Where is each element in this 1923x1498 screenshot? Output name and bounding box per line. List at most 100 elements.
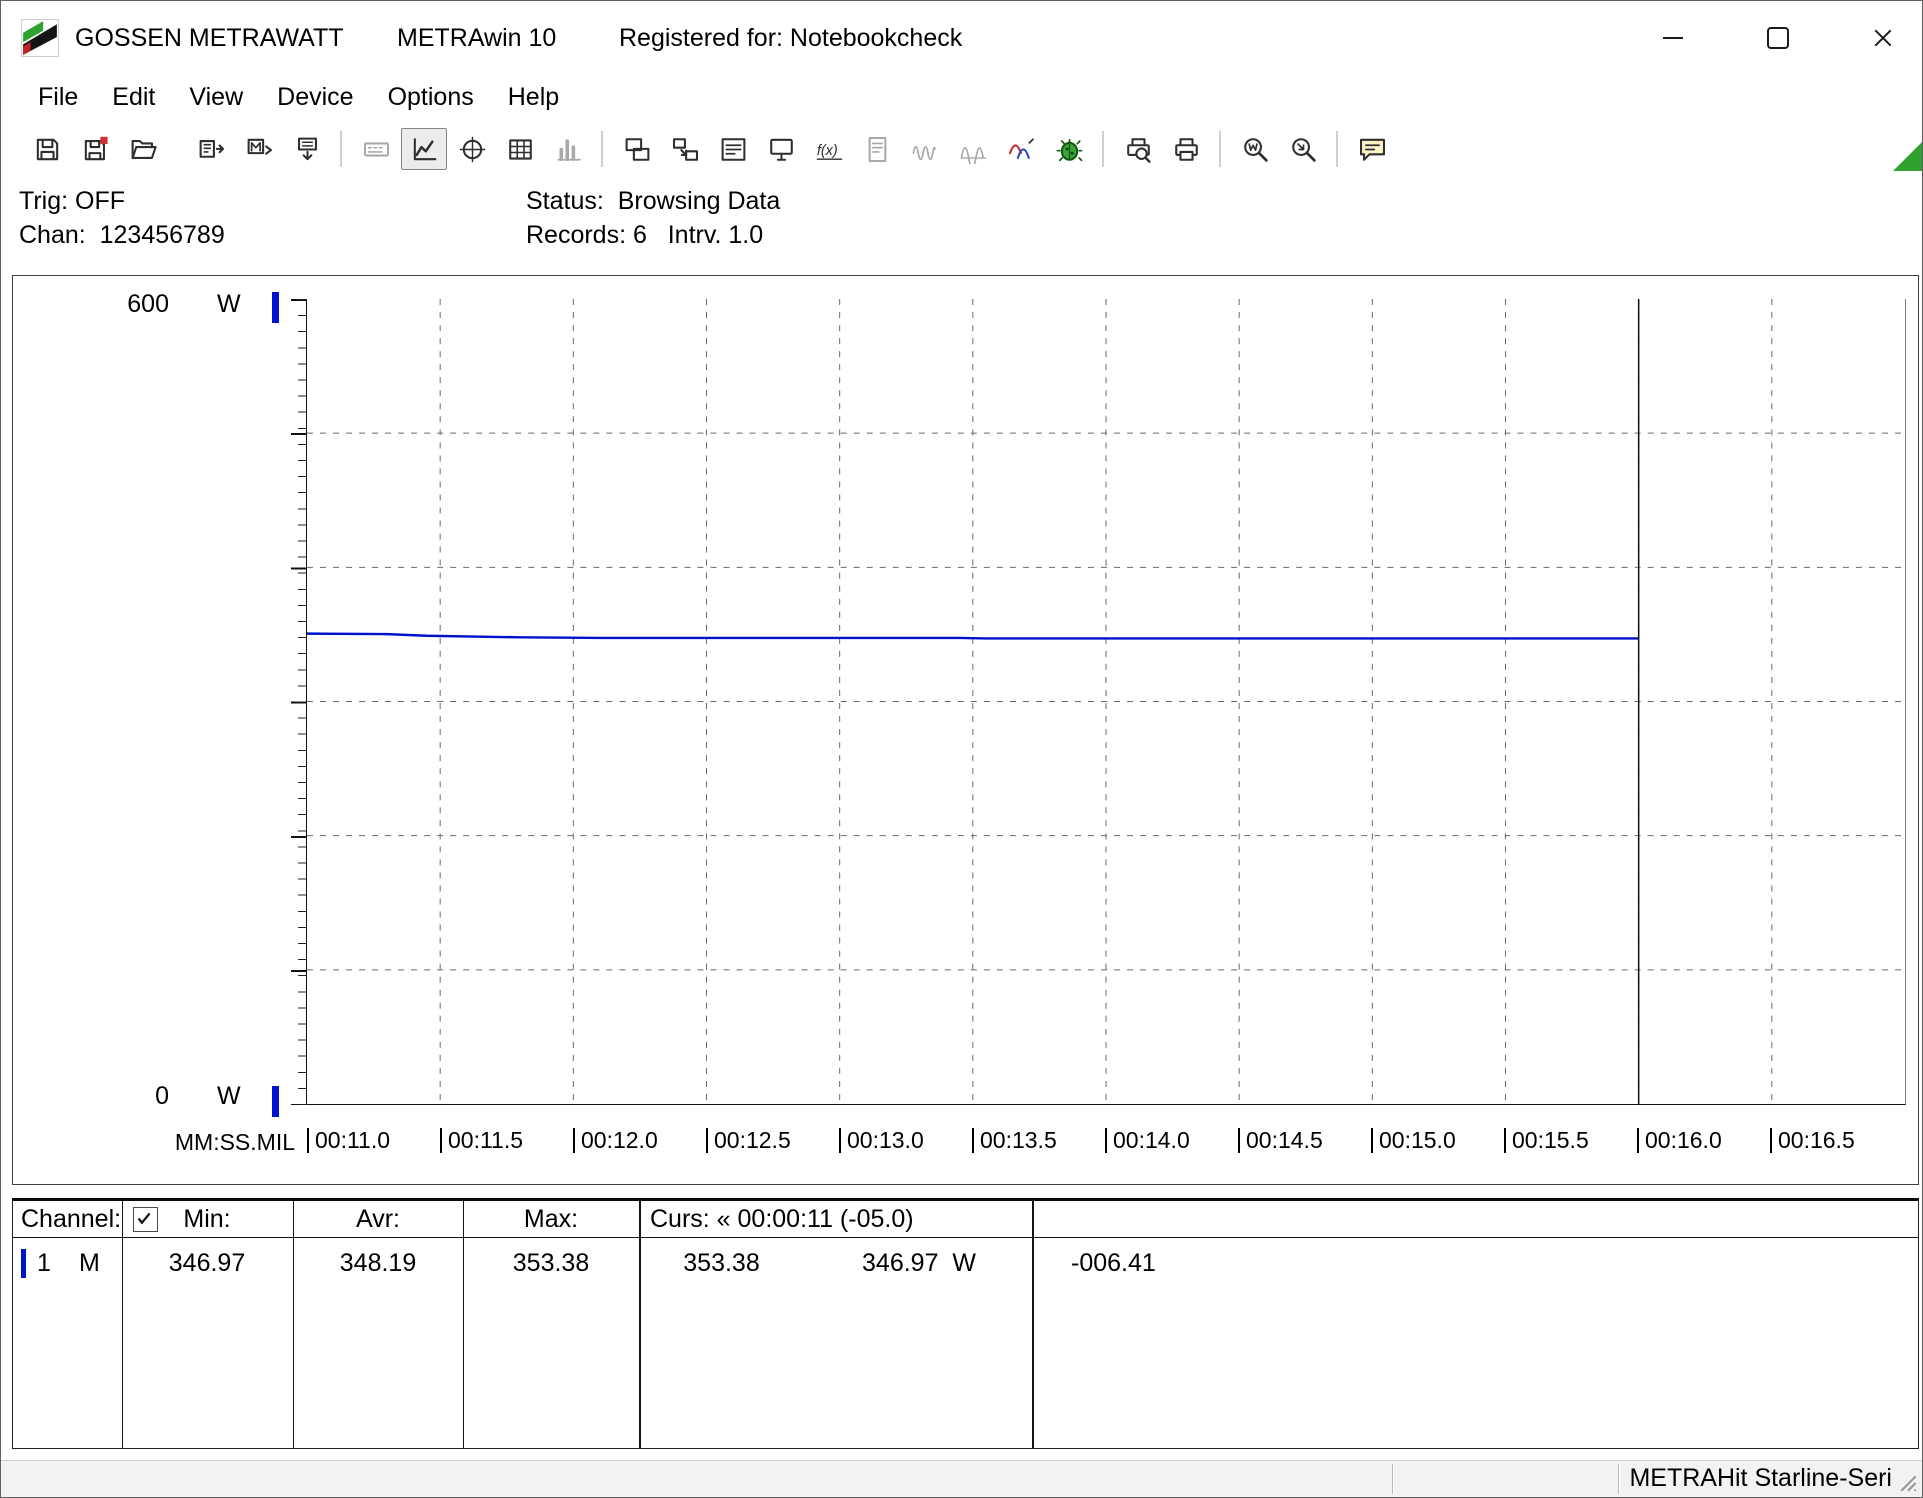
wave-icon xyxy=(959,135,988,164)
protocol-button[interactable] xyxy=(854,128,900,170)
toolbar-separator xyxy=(601,131,604,167)
menu-item-help[interactable]: Help xyxy=(491,83,576,112)
sequence-list-icon xyxy=(719,135,748,164)
column-header-avr: Avr: xyxy=(293,1205,463,1234)
sequence-list-button[interactable] xyxy=(710,128,756,170)
read-device-m-icon xyxy=(245,135,274,164)
numeric-display-icon xyxy=(362,135,391,164)
menu-item-options[interactable]: Options xyxy=(371,83,491,112)
x-tick-label: 00:15.0 xyxy=(1371,1127,1456,1154)
x-tick-label: 00:16.5 xyxy=(1770,1127,1855,1154)
y-axis-min-label: 0 xyxy=(93,1082,169,1111)
svg-text:f(x): f(x) xyxy=(816,142,837,158)
minimize-icon xyxy=(1663,37,1683,39)
scope-view-button[interactable] xyxy=(449,128,495,170)
bug-button[interactable] xyxy=(1046,128,1092,170)
numeric-display-button[interactable] xyxy=(353,128,399,170)
x-tick-label: 00:12.0 xyxy=(573,1127,658,1154)
toolbar-separator xyxy=(1336,131,1339,167)
menu-item-edit[interactable]: Edit xyxy=(95,83,172,112)
statusbar-divider xyxy=(1618,1464,1619,1494)
save-annotate-button[interactable] xyxy=(72,128,118,170)
save-button[interactable] xyxy=(24,128,70,170)
x-tick-label: 00:14.5 xyxy=(1238,1127,1323,1154)
monitor-icon xyxy=(767,135,796,164)
print-button[interactable] xyxy=(1163,128,1209,170)
app-logo-icon xyxy=(21,19,59,57)
toolbar-separator xyxy=(340,131,343,167)
cell-cursor-live: 346.97 W xyxy=(811,1249,1027,1278)
read-memory-icon xyxy=(293,135,322,164)
zoom-pointer-button[interactable] xyxy=(1280,128,1326,170)
maximize-button[interactable] xyxy=(1742,1,1814,75)
wave-pair-button[interactable] xyxy=(902,128,948,170)
close-button[interactable] xyxy=(1847,1,1919,75)
tick-mark-icon xyxy=(307,1128,309,1153)
titlebar: GOSSEN METRAWATT METRAwin 10 Registered … xyxy=(1,1,1922,75)
data-line xyxy=(307,634,1639,639)
x-tick-label: 00:11.5 xyxy=(440,1127,523,1154)
menubar: File Edit View Device Options Help xyxy=(1,75,1923,119)
scope-view-icon xyxy=(458,135,487,164)
open-file-button[interactable] xyxy=(120,128,166,170)
line-chart-view-button[interactable] xyxy=(401,128,447,170)
compare-curves-icon xyxy=(1007,135,1036,164)
wave-button[interactable] xyxy=(950,128,996,170)
close-icon xyxy=(1872,27,1894,49)
read-memory-button[interactable] xyxy=(284,128,330,170)
table-divider xyxy=(293,1201,294,1448)
tick-mark-icon xyxy=(1238,1128,1240,1153)
app-title: METRAwin 10 xyxy=(397,1,556,75)
channel-color-marker xyxy=(21,1249,26,1278)
zoom-w-button[interactable] xyxy=(1232,128,1278,170)
protocol-icon xyxy=(863,135,892,164)
menu-item-view[interactable]: View xyxy=(172,83,260,112)
print-preview-icon xyxy=(1124,135,1153,164)
chart-panel: 600 W 0 W MM:SS.MIL 00:11.000:11.500:12.… xyxy=(12,275,1919,1185)
vendor-title: GOSSEN METRAWATT xyxy=(75,1,344,75)
print-preview-button[interactable] xyxy=(1115,128,1161,170)
resize-grip[interactable] xyxy=(1897,1472,1919,1494)
cell-min: 346.97 xyxy=(122,1249,292,1278)
cell-delta: -006.41 xyxy=(1071,1249,1156,1278)
menu-item-device[interactable]: Device xyxy=(260,83,370,112)
toolbar: f(x) xyxy=(1,119,1923,179)
menu-item-file[interactable]: File xyxy=(21,83,95,112)
statusbar: METRAHit Starline-Seri xyxy=(1,1460,1922,1497)
save-icon xyxy=(33,135,62,164)
tick-mark-icon xyxy=(972,1128,974,1153)
column-header-channel: Channel: xyxy=(21,1205,121,1234)
x-tick-label: 00:15.5 xyxy=(1504,1127,1589,1154)
bar-chart-view-button[interactable] xyxy=(545,128,591,170)
minimize-button[interactable] xyxy=(1637,1,1709,75)
table-divider xyxy=(463,1201,464,1448)
zoom-w-icon xyxy=(1241,135,1270,164)
table-view-icon xyxy=(506,135,535,164)
export-data-button[interactable] xyxy=(188,128,234,170)
plot-area[interactable] xyxy=(306,299,1906,1105)
open-file-icon xyxy=(129,135,158,164)
column-header-min: Min: xyxy=(122,1205,292,1234)
read-device-m-button[interactable] xyxy=(236,128,282,170)
print-icon xyxy=(1172,135,1201,164)
chart-canvas xyxy=(307,299,1905,1104)
connected-device-label: METRAHit Starline-Seri xyxy=(1629,1464,1892,1493)
corner-triangle-icon xyxy=(1893,127,1923,171)
tick-mark-icon xyxy=(440,1128,442,1153)
x-tick-label: 00:11.0 xyxy=(307,1127,390,1154)
transfer-button[interactable] xyxy=(662,128,708,170)
tooltip-button[interactable] xyxy=(1349,128,1395,170)
y-axis-unit-top: W xyxy=(217,290,241,319)
formula-button[interactable]: f(x) xyxy=(806,128,852,170)
tick-mark-icon xyxy=(1637,1128,1639,1153)
status-panel: Trig: OFF Chan: 123456789 Status: Browsi… xyxy=(1,179,1922,275)
y-axis-minor-ticks xyxy=(298,299,306,1105)
column-header-max: Max: xyxy=(463,1205,639,1234)
table-header-divider xyxy=(13,1237,1918,1238)
table-view-button[interactable] xyxy=(497,128,543,170)
compare-curves-button[interactable] xyxy=(998,128,1044,170)
copy-window-button[interactable] xyxy=(614,128,660,170)
save-annotate-icon xyxy=(81,135,110,164)
monitor-button[interactable] xyxy=(758,128,804,170)
tick-mark-icon xyxy=(1504,1128,1506,1153)
